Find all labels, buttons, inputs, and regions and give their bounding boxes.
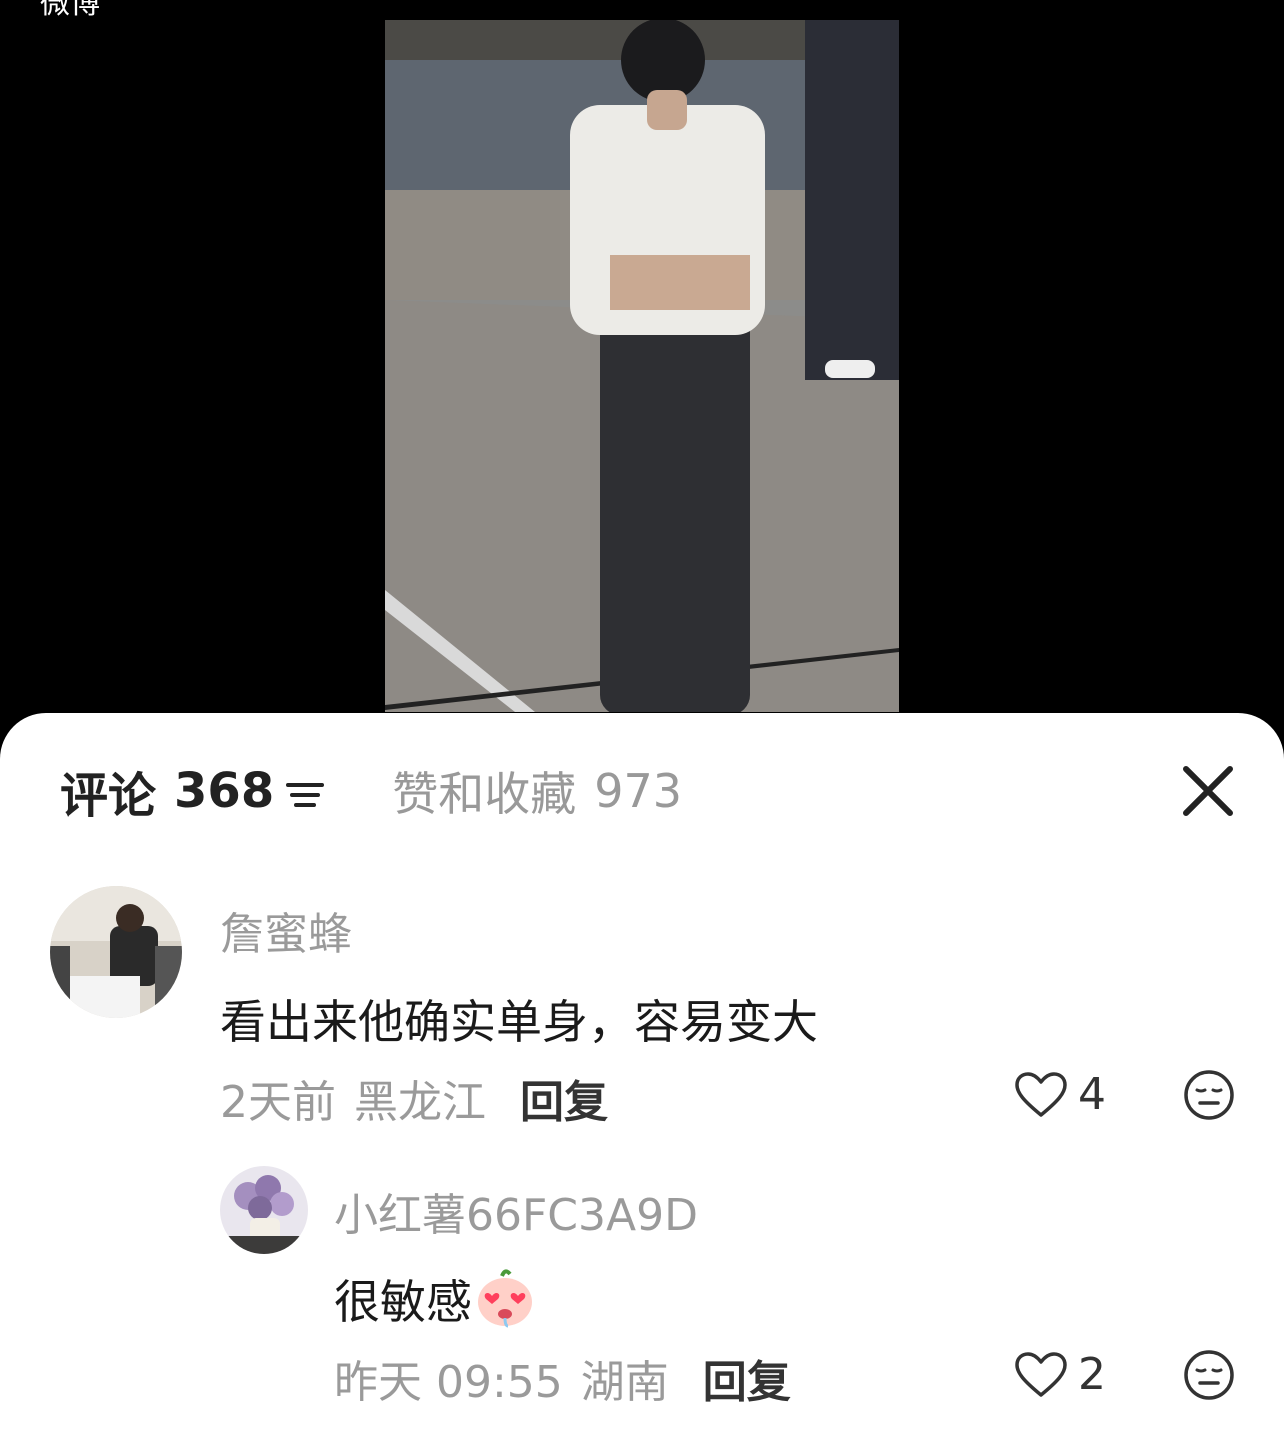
comment-location: 湖南 [580, 1357, 669, 1408]
like-button[interactable]: 4 [1014, 1069, 1106, 1120]
comment-text[interactable]: 看出来他确实单身，容易变大 [220, 986, 818, 1052]
comment-text-content: 很敏感 [334, 1275, 472, 1329]
neutral-face-icon[interactable] [1183, 1069, 1235, 1121]
neutral-face-icon[interactable] [1183, 1349, 1235, 1401]
reply-button[interactable]: 回复 [520, 1066, 608, 1130]
comment-username[interactable]: 詹蜜蜂 [220, 898, 352, 962]
comment-meta: 2天前 黑龙江 回复 [220, 1066, 608, 1130]
sort-icon[interactable] [284, 771, 328, 811]
comment-username[interactable]: 小红薯66FC3A9D [334, 1179, 698, 1243]
tab-comments-count: 368 [174, 763, 275, 819]
comments-sheet: 评论 368 赞和收藏 973 詹蜜蜂 看出来他确实单身，容易变大 2天前 黑龙… [0, 713, 1284, 1440]
comment-time: 昨天 09:55 [334, 1357, 563, 1408]
sheet-tabs: 评论 368 赞和收藏 973 [60, 758, 682, 824]
tab-comments[interactable]: 评论 368 [60, 756, 328, 826]
video-backdrop: 微博 [0, 0, 1284, 720]
comment-time: 2天前 [220, 1077, 336, 1128]
video-frame-image [385, 20, 899, 712]
tab-likes-count: 973 [594, 764, 683, 818]
tab-likes-favorites[interactable]: 赞和收藏 973 [392, 758, 682, 824]
comment-text-content: 看出来他确实单身，容易变大 [220, 995, 818, 1049]
close-icon[interactable] [1176, 759, 1240, 823]
heart-outline-icon [1015, 1071, 1067, 1117]
reply-button[interactable]: 回复 [703, 1346, 791, 1410]
tab-comments-label: 评论 [60, 768, 157, 824]
tab-likes-label: 赞和收藏 [392, 767, 577, 821]
video-player[interactable] [385, 20, 899, 712]
avatar[interactable] [220, 1166, 308, 1254]
like-count: 4 [1078, 1069, 1106, 1120]
comment-location: 黑龙江 [354, 1077, 486, 1128]
comment-text[interactable]: 很敏感 [334, 1266, 536, 1332]
like-button[interactable]: 2 [1014, 1349, 1106, 1400]
comment-meta: 昨天 09:55 湖南 回复 [334, 1346, 791, 1410]
avatar[interactable] [50, 886, 182, 1018]
like-count: 2 [1078, 1349, 1106, 1400]
heart-outline-icon [1015, 1351, 1067, 1397]
back-label[interactable]: 微博 [40, 0, 100, 22]
heart-eyes-emoji-icon [474, 1268, 536, 1330]
